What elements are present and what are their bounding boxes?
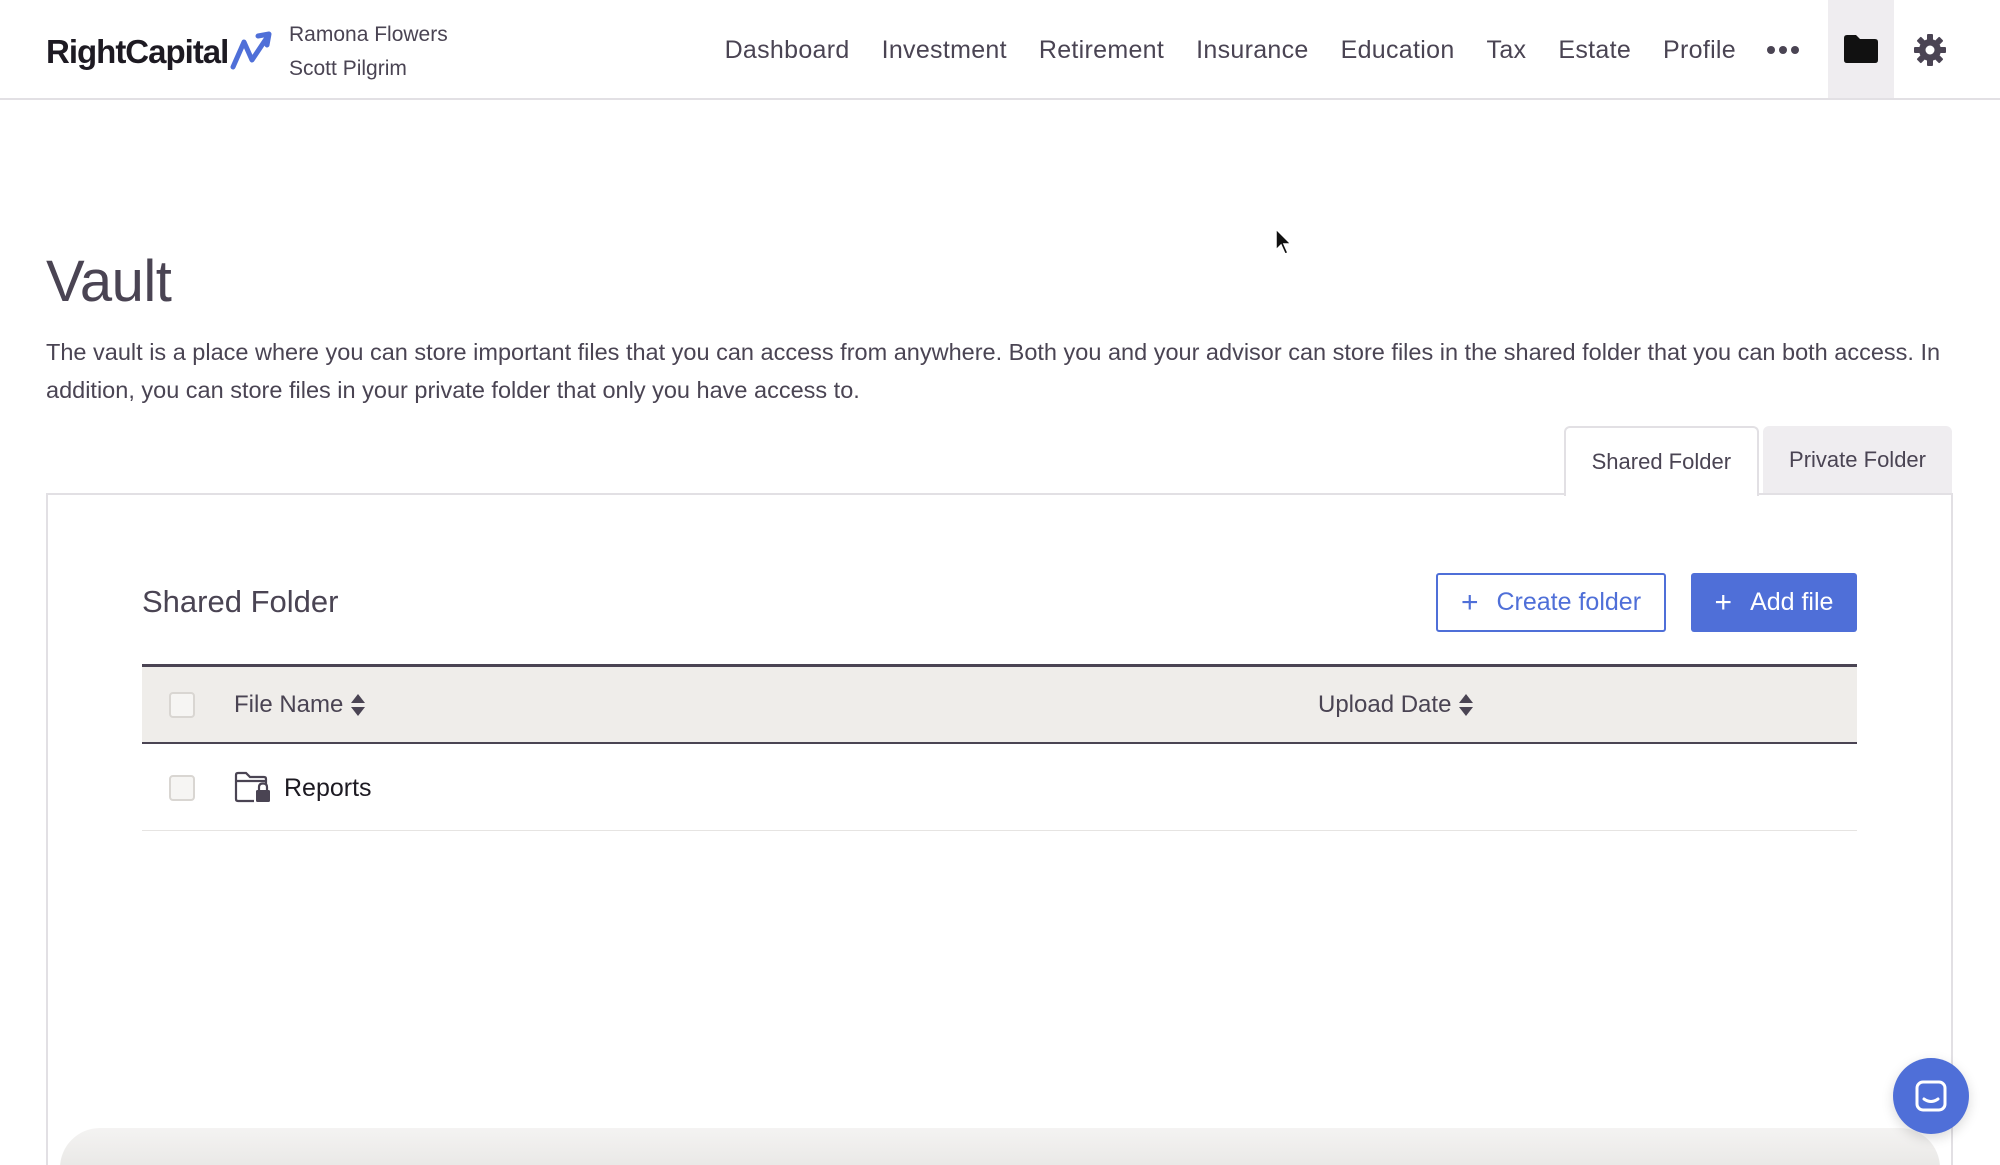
client-names: Ramona Flowers Scott Pilgrim <box>289 18 448 86</box>
nav-item-retirement[interactable]: Retirement <box>1039 36 1164 65</box>
add-file-button[interactable]: + Add file <box>1691 573 1857 632</box>
page-title: Vault <box>46 249 172 314</box>
client-name-secondary: Scott Pilgrim <box>289 57 407 80</box>
folder-tabs: Shared Folder Private Folder <box>1563 426 1952 496</box>
create-folder-label: Create folder <box>1496 588 1642 616</box>
section-title: Shared Folder <box>142 584 339 619</box>
sort-icon <box>1459 694 1474 716</box>
select-all-checkbox[interactable] <box>169 692 195 718</box>
settings-button[interactable] <box>1900 0 1960 100</box>
top-navigation-bar: RightCapital Ramona Flowers Scott Pilgri… <box>0 0 2000 100</box>
table-row: Reports <box>142 745 1857 831</box>
bottom-shadow <box>60 1128 1940 1165</box>
tab-private-folder[interactable]: Private Folder <box>1763 426 1952 494</box>
nav-item-education[interactable]: Education <box>1341 36 1455 65</box>
main-nav: Dashboard Investment Retirement Insuranc… <box>693 0 1800 100</box>
page-description: The vault is a place where you can store… <box>46 339 1941 403</box>
column-upload-date-label: Upload Date <box>1318 691 1452 718</box>
client-name-primary: Ramona Flowers <box>289 23 448 46</box>
plus-icon: + <box>1460 585 1479 619</box>
nav-item-tax[interactable]: Tax <box>1487 36 1527 65</box>
locked-folder-icon <box>234 771 272 808</box>
nav-item-estate[interactable]: Estate <box>1558 36 1631 65</box>
vault-button[interactable] <box>1828 0 1894 98</box>
more-menu-button[interactable] <box>1766 0 1800 100</box>
gear-icon <box>1914 34 1946 66</box>
file-name-reports[interactable]: Reports <box>284 745 372 831</box>
column-file-name-label: File Name <box>234 691 344 718</box>
logo-arrow-icon <box>230 31 272 70</box>
mouse-cursor-icon <box>1275 228 1293 255</box>
add-file-label: Add file <box>1750 588 1834 616</box>
nav-item-investment[interactable]: Investment <box>882 36 1007 65</box>
nav-item-profile[interactable]: Profile <box>1663 36 1736 65</box>
create-folder-button[interactable]: + Create folder <box>1436 573 1666 632</box>
folder-icon <box>1844 35 1878 63</box>
more-dots-icon <box>1767 46 1799 54</box>
plus-icon: + <box>1714 585 1733 619</box>
sort-icon <box>351 694 366 716</box>
nav-item-insurance[interactable]: Insurance <box>1196 36 1309 65</box>
row-checkbox[interactable] <box>169 775 195 801</box>
table-header: File Name Upload Date <box>142 664 1857 744</box>
column-file-name[interactable]: File Name <box>234 667 366 743</box>
rightcapital-logo[interactable]: RightCapital <box>46 30 274 74</box>
tab-shared-folder[interactable]: Shared Folder <box>1563 426 1760 496</box>
logo-text: RightCapital <box>46 33 229 70</box>
chat-launcher-button[interactable] <box>1893 1058 1969 1134</box>
nav-item-dashboard[interactable]: Dashboard <box>725 36 850 65</box>
column-upload-date[interactable]: Upload Date <box>1318 667 1474 743</box>
chat-icon <box>1915 1080 1947 1112</box>
